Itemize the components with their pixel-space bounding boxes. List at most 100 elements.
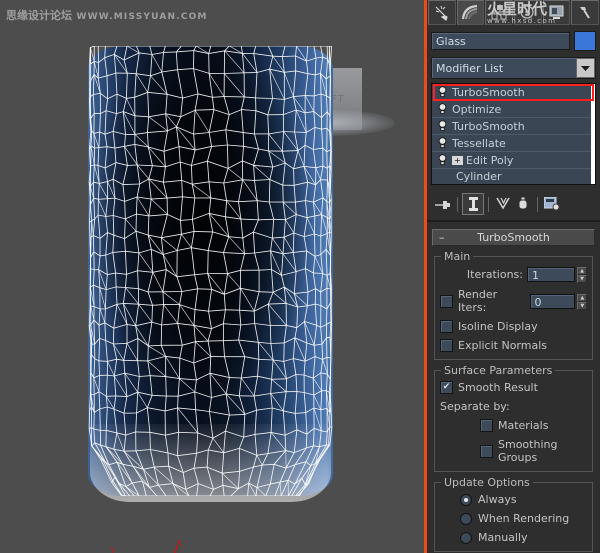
smoothing-groups-label: Smoothing Groups [498, 438, 558, 464]
stack-item-label: Tessellate [452, 136, 506, 150]
star-arrow-icon [435, 5, 449, 21]
iterations-input[interactable]: 1 [527, 267, 575, 282]
smoothing-groups-row[interactable]: Smoothing Groups [480, 438, 587, 464]
toolbar-separator [488, 196, 489, 212]
motion-wheel-icon [520, 5, 534, 19]
stack-scrollbar[interactable] [591, 84, 595, 184]
lightbulb-icon[interactable] [432, 154, 452, 166]
object-color-swatch[interactable] [574, 31, 596, 51]
smoothing-groups-checkbox[interactable] [480, 444, 493, 458]
remove-modifier-button[interactable] [513, 194, 533, 214]
turbosmooth-rollout: – TurboSmooth Main Iterations: 1 ▲ ▼ Rend… [432, 229, 595, 552]
modifier-list-dropdown[interactable]: Modifier List [431, 57, 596, 79]
iterations-row: Iterations: 1 ▲ ▼ [440, 267, 587, 283]
rollout-header[interactable]: – TurboSmooth [432, 229, 595, 246]
lightbulb-icon[interactable] [432, 137, 452, 149]
isoline-display-checkbox[interactable] [440, 320, 453, 333]
main-group: Main Iterations: 1 ▲ ▼ Render Iters: 0 ▲ ▼… [434, 250, 593, 360]
spinner-down[interactable]: ▼ [577, 301, 587, 310]
utilities-tab[interactable] [571, 0, 600, 25]
stack-item-label: TurboSmooth [452, 85, 525, 99]
make-unique-button[interactable] [493, 194, 513, 214]
modify-tab[interactable] [456, 0, 485, 25]
update-options-group: Update Options Always When Rendering Man… [434, 476, 593, 552]
explicit-normals-label: Explicit Normals [458, 339, 547, 352]
hierarchy-tab[interactable] [485, 0, 514, 25]
end-result-icon [468, 197, 478, 211]
iterations-label: Iterations: [466, 268, 523, 281]
isoline-display-row[interactable]: Isoline Display [440, 320, 587, 333]
main-group-label: Main [441, 250, 474, 263]
stack-item-turbosmooth-2[interactable]: TurboSmooth [432, 118, 595, 135]
watermark-missyuan-cn: 思缘设计论坛 [6, 9, 72, 22]
modifier-stack[interactable]: TurboSmooth Optimize TurboSmooth Tessell… [431, 83, 596, 185]
3dsmax-window: 思缘设计论坛 WWW.MISSYUAN.COM LEFT X Y [0, 0, 600, 553]
arc-bend-icon [461, 4, 478, 20]
hierarchy-icon [491, 5, 507, 20]
smooth-result-checkbox[interactable]: ✔ [440, 381, 453, 394]
svg-text:Y: Y [110, 547, 116, 553]
update-options-label: Update Options [441, 476, 533, 489]
panel-separator [427, 220, 600, 222]
always-radio[interactable] [460, 493, 472, 506]
lightbulb-icon[interactable] [432, 120, 452, 132]
always-label: Always [478, 493, 517, 506]
materials-checkbox[interactable] [480, 419, 493, 432]
smooth-result-row[interactable]: ✔ Smooth Result [440, 381, 587, 394]
when-rendering-radio[interactable] [460, 512, 472, 525]
svg-text:X: X [176, 540, 182, 549]
pin-stack-button[interactable] [433, 194, 453, 214]
chevron-down-icon[interactable] [576, 58, 595, 78]
stack-item-optimize[interactable]: Optimize [432, 101, 595, 118]
iterations-spinner[interactable]: ▲ ▼ [577, 267, 587, 283]
render-iters-input[interactable]: 0 [529, 293, 576, 309]
spinner-down[interactable]: ▼ [577, 275, 587, 283]
viewport-left[interactable]: 思缘设计论坛 WWW.MISSYUAN.COM LEFT X Y [0, 0, 424, 553]
stack-item-label: Edit Poly [466, 153, 514, 167]
object-name-row: Glass [431, 31, 596, 51]
explicit-normals-row[interactable]: Explicit Normals [440, 339, 587, 352]
manually-radio[interactable] [460, 531, 472, 544]
glass-object[interactable] [88, 46, 333, 502]
lightbulb-icon[interactable] [432, 86, 452, 98]
lightbulb-icon[interactable] [432, 103, 452, 115]
make-unique-icon [495, 197, 510, 210]
show-end-result-button[interactable] [462, 193, 484, 215]
object-name-field[interactable]: Glass [431, 32, 570, 50]
stack-base-object[interactable]: Cylinder [432, 169, 595, 184]
stack-item-turbosmooth-1[interactable]: TurboSmooth [432, 84, 595, 101]
spinner-up[interactable]: ▲ [577, 293, 587, 302]
manually-label: Manually [478, 531, 528, 544]
stack-item-tessellate[interactable]: Tessellate [432, 135, 595, 152]
toolbar-separator [537, 196, 538, 212]
render-iters-row: Render Iters: 0 ▲ ▼ [440, 288, 587, 314]
axis-gizmo: X Y [110, 540, 182, 553]
display-monitor-icon [549, 5, 564, 19]
rollout-title: TurboSmooth [477, 231, 550, 244]
motion-tab[interactable] [514, 0, 542, 25]
explicit-normals-checkbox[interactable] [440, 339, 453, 352]
pin-icon [434, 200, 450, 209]
create-tab[interactable] [428, 0, 456, 25]
collapse-icon[interactable]: – [439, 231, 445, 244]
stack-item-label: TurboSmooth [452, 119, 525, 133]
configure-sets-button[interactable] [542, 194, 562, 214]
wireframe-overlay [88, 46, 333, 496]
modifier-list-label: Modifier List [436, 61, 504, 75]
update-option-when-rendering[interactable]: When Rendering [460, 512, 587, 525]
surface-parameters-label: Surface Parameters [441, 364, 556, 377]
spinner-up[interactable]: ▲ [577, 267, 587, 275]
materials-row[interactable]: Materials [480, 419, 587, 432]
stack-item-edit-poly[interactable]: + Edit Poly [432, 152, 595, 169]
expand-plus-icon[interactable]: + [452, 155, 463, 165]
display-tab[interactable] [542, 0, 571, 25]
render-iters-checkbox[interactable] [440, 294, 453, 308]
command-panel-tabs [427, 0, 600, 26]
update-option-always[interactable]: Always [460, 493, 587, 506]
separate-by-label: Separate by: [440, 400, 510, 413]
render-iters-spinner[interactable]: ▲ ▼ [577, 293, 587, 310]
watermark-missyuan-url: WWW.MISSYUAN.COM [76, 12, 208, 22]
configure-icon [544, 197, 560, 211]
update-option-manually[interactable]: Manually [460, 531, 587, 544]
when-rendering-label: When Rendering [478, 512, 570, 525]
